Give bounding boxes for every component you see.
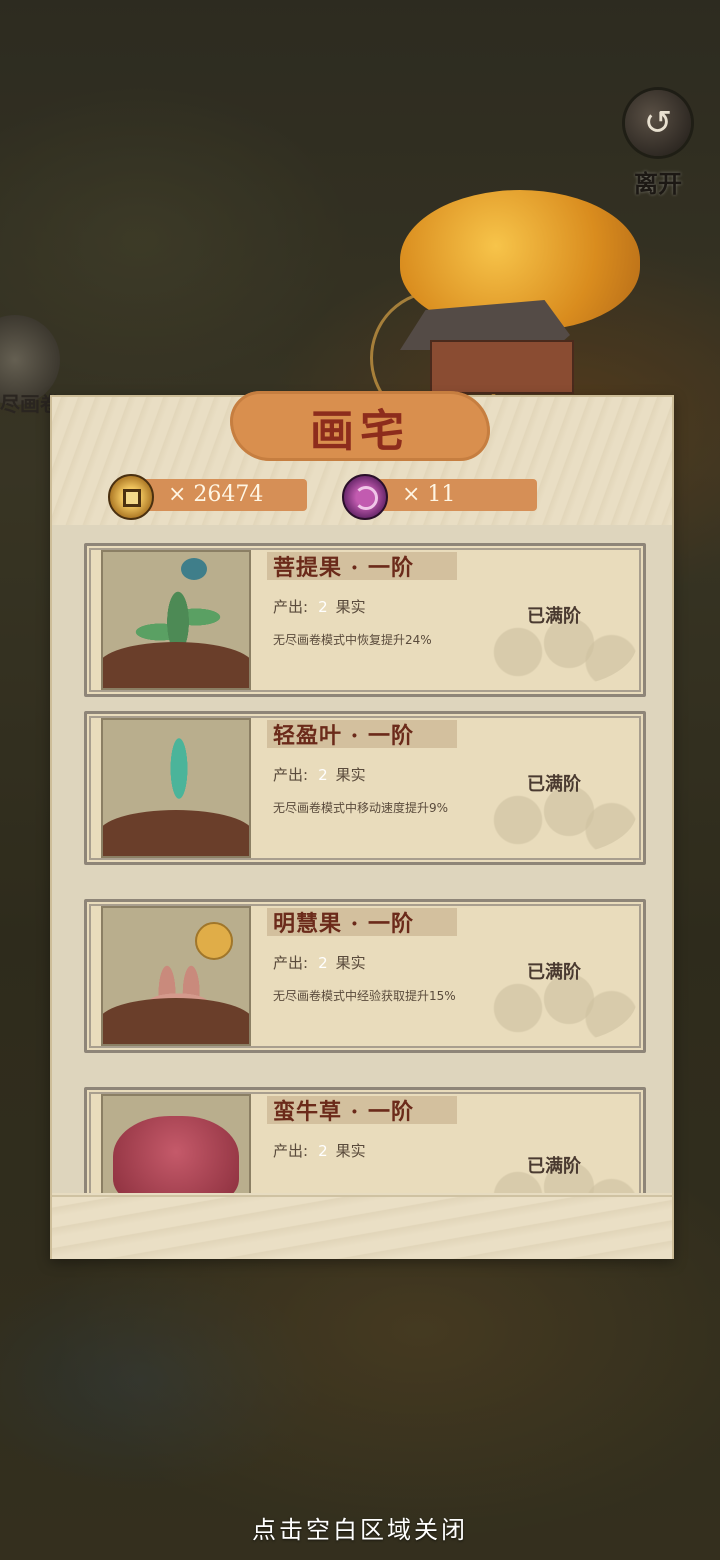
plant-status: 已满阶 [527, 962, 581, 983]
output-unit: 果实 [335, 766, 366, 784]
wisdom-fruit [195, 922, 233, 960]
painted-house-panel: 画宅 × 26474 × 11 菩提果 · 一阶 产出: 2 果实 无尽画卷模式中恢… [50, 391, 674, 1259]
soil [103, 998, 249, 1044]
leave-button[interactable]: ↺ 离开 [618, 90, 698, 199]
panel-header: 画宅 × 26474 × 11 [52, 391, 672, 525]
coin-count: × 26474 [168, 482, 264, 507]
plant-output: 产出: 2 果实 [273, 764, 366, 785]
plant-thumbnail [101, 718, 251, 858]
bodhi-bud [181, 558, 207, 580]
plant-thumbnail [101, 550, 251, 690]
plant-output: 产出: 2 果实 [273, 596, 366, 617]
painted-house-illustration [380, 190, 650, 400]
ox-grass-plant-image [113, 1116, 239, 1193]
output-label: 产出: [273, 954, 309, 972]
plant-output: 产出: 2 果实 [273, 1140, 366, 1161]
list-item-plant-3[interactable]: 明慧果 · 一阶 产出: 2 果实 无尽画卷模式中经验获取提升15% 已满阶 [84, 899, 646, 1053]
plant-status: 已满阶 [527, 606, 581, 627]
plant-description: 无尽画卷模式中移动速度提升9% [273, 801, 449, 815]
output-value: 2 [318, 598, 328, 616]
plant-name: 明慧果 · 一阶 [273, 911, 414, 937]
list-item-plant-4[interactable]: 蛮牛草 · 一阶 产出: 2 果实 已满阶 [84, 1087, 646, 1193]
panel-title: 画宅 [310, 406, 410, 457]
plant-thumbnail [101, 1094, 251, 1193]
output-label: 产出: [273, 1142, 309, 1160]
plant-status: 已满阶 [527, 774, 581, 795]
plant-list[interactable]: 菩提果 · 一阶 产出: 2 果实 无尽画卷模式中恢复提升24% 已满阶 轻盈叶 ·… [52, 525, 672, 1193]
plant-output: 产出: 2 果实 [273, 952, 366, 973]
plant-description: 无尽画卷模式中恢复提升24% [273, 633, 432, 647]
output-unit: 果实 [335, 954, 366, 972]
plant-name: 轻盈叶 · 一阶 [273, 723, 414, 749]
list-item-plant-1[interactable]: 菩提果 · 一阶 产出: 2 果实 无尽画卷模式中恢复提升24% 已满阶 [84, 543, 646, 697]
output-unit: 果实 [335, 1142, 366, 1160]
soil [103, 810, 249, 856]
return-arrow-icon: ↺ [625, 90, 691, 156]
output-value: 2 [318, 954, 328, 972]
output-value: 2 [318, 1142, 328, 1160]
gem-icon [342, 474, 388, 520]
coin-icon [108, 474, 154, 520]
soil [103, 642, 249, 688]
plant-description: 无尽画卷模式中经验获取提升15% [273, 989, 456, 1003]
plant-name: 菩提果 · 一阶 [273, 555, 414, 581]
plant-status: 已满阶 [527, 1156, 581, 1177]
output-label: 产出: [273, 598, 309, 616]
output-unit: 果实 [335, 598, 366, 616]
output-label: 产出: [273, 766, 309, 784]
panel-footer [52, 1195, 672, 1259]
output-value: 2 [318, 766, 328, 784]
close-hint[interactable]: 点击空白区域关闭 [0, 1510, 720, 1545]
list-item-plant-2[interactable]: 轻盈叶 · 一阶 产出: 2 果实 无尽画卷模式中移动速度提升9% 已满阶 [84, 711, 646, 865]
plant-thumbnail [101, 906, 251, 1046]
house-body [430, 340, 574, 394]
gem-count: × 11 [402, 482, 456, 507]
plant-name: 蛮牛草 · 一阶 [273, 1099, 414, 1125]
